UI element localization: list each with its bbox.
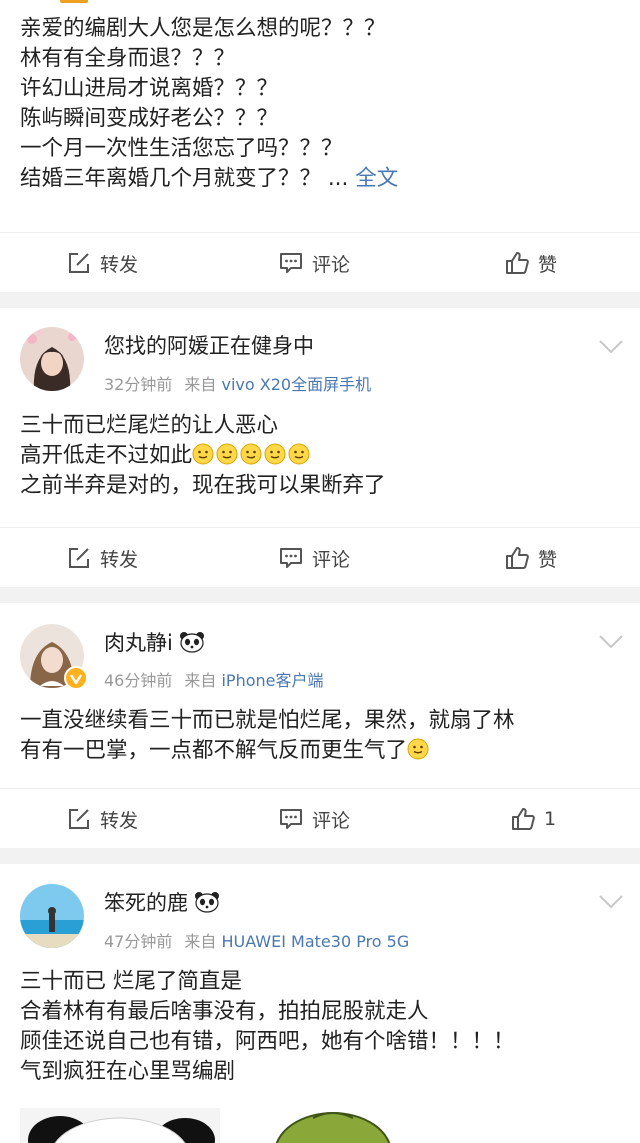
post-line: 高开低走不过如此 [20, 441, 622, 471]
like-count: 1 [544, 808, 557, 830]
post-line-text: 高开低走不过如此 [20, 443, 193, 468]
like-label: 赞 [538, 548, 558, 571]
post-line: 三十而已烂尾烂的让人恶心 [20, 413, 279, 438]
post-line: 许幻山进局才说离婚？？？ [20, 76, 279, 101]
like-label: 赞 [538, 253, 558, 276]
post-time: 47分钟前 [104, 932, 173, 951]
avatar[interactable] [20, 327, 84, 391]
comment-label: 评论 [312, 548, 351, 571]
forward-label: 转发 [100, 548, 139, 571]
post-2-actions: 转发 评论 赞 [0, 527, 640, 588]
like-button[interactable]: 赞 [504, 233, 557, 293]
comment-label: 评论 [312, 253, 351, 276]
avatar-image [20, 884, 84, 948]
comment-bubble-icon [278, 545, 304, 571]
forward-button[interactable]: 转发 [66, 789, 138, 849]
post-line-text: 结婚三年离婚几个月就变了？？ ... [20, 166, 356, 191]
smile-emoji-icon [240, 443, 262, 465]
post-line: 亲爱的编剧大人您是怎么想的呢？？？ [20, 16, 386, 41]
source-prefix: 来自 [184, 671, 217, 690]
avatar[interactable] [20, 884, 84, 948]
post-time: 32分钟前 [104, 375, 173, 394]
edit-share-icon [66, 545, 92, 571]
thumb-up-icon [510, 806, 536, 832]
source-prefix: 来自 [184, 932, 217, 951]
post-4-text: 三十而已 烂尾了简直是 合着林有有最后啥事没有，拍拍屁股就走人 顾佳还说自己也有… [20, 967, 622, 1087]
post-1-actions: 转发 评论 赞 [0, 232, 640, 293]
panda-emoji-icon [194, 891, 220, 913]
frog-meme-image [275, 1112, 391, 1143]
smile-emoji-icon [407, 738, 429, 760]
edit-share-icon [66, 806, 92, 832]
post-meta: 46分钟前 来自 iPhone客户端 [104, 667, 324, 691]
post-line: 陈屿瞬间变成好老公？？？ [20, 106, 279, 131]
post-separator [0, 848, 640, 864]
post-2-text: 三十而已烂尾烂的让人恶心 高开低走不过如此 之前半弃是对的，现在我可以果断弃了 [20, 411, 622, 501]
username[interactable]: 肉丸静i [104, 627, 173, 657]
post-line: 一直没继续看三十而已就是怕烂尾，果然，就扇了林 [20, 708, 515, 733]
post-line: 之前半弃是对的，现在我可以果断弃了 [20, 473, 386, 498]
edit-share-icon [66, 250, 92, 276]
forward-button[interactable]: 转发 [66, 233, 138, 293]
post-line: 一个月一次性生活您忘了吗？？？ [20, 136, 343, 161]
thumb-up-icon [504, 545, 530, 571]
verified-badge-icon [64, 666, 88, 690]
post-line: 顾佳还说自己也有错，阿西吧，她有个啥错！！！！ [20, 1029, 515, 1054]
forward-label: 转发 [100, 253, 139, 276]
comment-bubble-icon [278, 250, 304, 276]
post-image-panda[interactable] [20, 1108, 220, 1143]
like-button[interactable]: 1 [510, 789, 556, 849]
panda-emoji-icon [179, 631, 205, 653]
username-row: 肉丸静i [104, 627, 205, 657]
comment-label: 评论 [312, 809, 351, 832]
comment-bubble-icon [278, 806, 304, 832]
source-prefix: 来自 [184, 375, 217, 394]
post-line: 结婚三年离婚几个月就变了？？ ... 全文 [20, 164, 622, 194]
smile-emoji-icon [216, 443, 238, 465]
comment-button[interactable]: 评论 [278, 528, 350, 588]
top-accent-line [60, 0, 88, 3]
post-line: 有有一巴掌，一点都不解气反而更生气了 [20, 736, 622, 766]
smile-emoji-icon [288, 443, 310, 465]
post-time: 46分钟前 [104, 671, 173, 690]
chevron-down-icon[interactable] [598, 339, 624, 355]
chevron-down-icon[interactable] [598, 894, 624, 910]
full-text-link[interactable]: 全文 [355, 166, 398, 191]
post-3-text: 一直没继续看三十而已就是怕烂尾，果然，就扇了林 有有一巴掌，一点都不解气反而更生… [20, 706, 622, 766]
comment-button[interactable]: 评论 [278, 789, 350, 849]
comment-button[interactable]: 评论 [278, 233, 350, 293]
source-device[interactable]: iPhone客户端 [221, 671, 323, 690]
panda-meme-image [28, 1116, 215, 1143]
like-button[interactable]: 赞 [504, 528, 557, 588]
post-line-text: 有有一巴掌，一点都不解气反而更生气了 [20, 738, 408, 763]
post-1-text: 亲爱的编剧大人您是怎么想的呢？？？ 林有有全身而退？？？ 许幻山进局才说离婚？？… [20, 14, 622, 194]
avatar-image [20, 327, 84, 391]
post-3-actions: 转发 评论 1 [0, 788, 640, 849]
post-separator [0, 292, 640, 308]
post-line: 合着林有有最后啥事没有，拍拍屁股就走人 [20, 999, 429, 1024]
post-image-frog[interactable] [238, 1108, 438, 1143]
post-line: 三十而已 烂尾了简直是 [20, 969, 242, 994]
username-row: 笨死的鹿 [104, 887, 220, 917]
post-separator [0, 587, 640, 603]
chevron-down-icon[interactable] [598, 634, 624, 650]
forward-button[interactable]: 转发 [66, 528, 138, 588]
username[interactable]: 您找的阿媛正在健身中 [104, 330, 314, 360]
username[interactable]: 笨死的鹿 [104, 887, 188, 917]
forward-label: 转发 [100, 809, 139, 832]
post-meta: 32分钟前 来自 vivo X20全面屏手机 [104, 371, 371, 395]
post-meta: 47分钟前 来自 HUAWEI Mate30 Pro 5G [104, 928, 409, 952]
smile-emoji-icon [192, 443, 214, 465]
source-device[interactable]: HUAWEI Mate30 Pro 5G [221, 932, 409, 951]
source-device[interactable]: vivo X20全面屏手机 [221, 375, 371, 394]
smile-emoji-icon [264, 443, 286, 465]
post-line: 林有有全身而退？？？ [20, 46, 236, 71]
post-line: 气到疯狂在心里骂编剧 [20, 1059, 236, 1084]
thumb-up-icon [504, 250, 530, 276]
